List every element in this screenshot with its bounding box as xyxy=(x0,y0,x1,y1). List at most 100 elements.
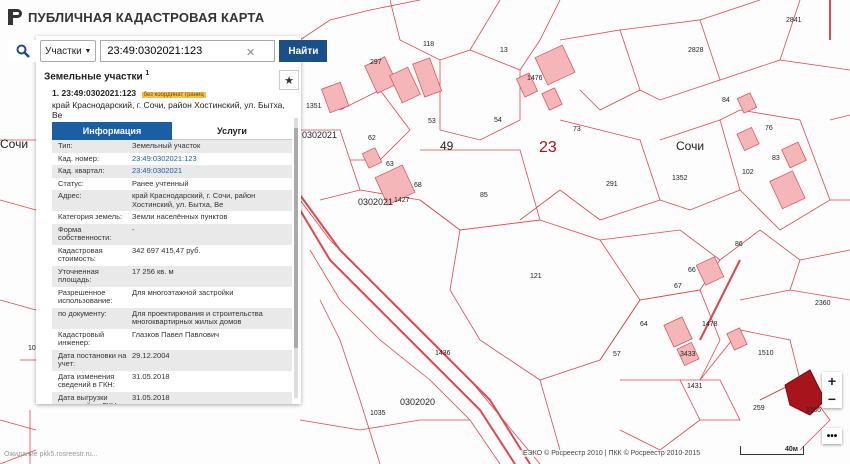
info-key: Кад. номер: xyxy=(58,153,99,163)
map-label-city: Сочи xyxy=(0,137,28,151)
info-value: Для проектирования и строительства много… xyxy=(132,308,263,326)
find-button[interactable]: Найти xyxy=(279,40,328,62)
map-label-block: 0302021 xyxy=(302,130,337,140)
map-label-parcel: 1431 xyxy=(687,383,703,390)
map-label-parcel: 83 xyxy=(772,155,780,162)
info-key: Дата выгрузки сведений из ГКН: xyxy=(58,392,118,404)
panel-heading-count: 1 xyxy=(145,70,150,77)
search-panel: Земельные участки 1 ★ 1. 23:49:0302021:1… xyxy=(36,36,301,404)
panel-scrollbar[interactable] xyxy=(294,118,298,398)
map-label-parcel: 76 xyxy=(765,125,773,132)
info-tabs: Информация Услуги xyxy=(52,122,292,140)
info-value: 342 697 415,47 руб. xyxy=(132,245,201,255)
info-row: по документу: Для проектирования и строит… xyxy=(52,307,292,329)
info-row: Кадастровый инженер: Глазков Павел Павлов… xyxy=(52,329,292,350)
panel-heading: Земельные участки 1 xyxy=(44,70,149,82)
map-label-parcel: 84 xyxy=(722,97,730,104)
map-label-parcel: 291 xyxy=(606,181,618,188)
map-label-parcel: 85 xyxy=(480,192,488,199)
info-key: Разрешенное использование: xyxy=(58,287,113,305)
info-key: Категория земель: xyxy=(58,212,123,221)
map-label-city: Сочи xyxy=(676,139,704,153)
info-value: 17 256 кв. м xyxy=(132,266,174,276)
info-value: 29.12.2004 xyxy=(132,350,170,360)
info-key: Форма собственности: xyxy=(58,224,112,242)
search-bar: Участки ▼ Найти xyxy=(8,40,328,62)
map-label-parcel: 63 xyxy=(386,161,394,168)
more-options-button[interactable]: ••• xyxy=(822,428,842,444)
map-label-parcel: 64 xyxy=(640,321,648,328)
map-label-parcel: 121 xyxy=(530,273,542,280)
info-row: Категория земель: Земли населённых пункто… xyxy=(52,211,292,224)
info-value-link[interactable]: 23:49:0302021:123 xyxy=(132,154,292,164)
info-key: Кадастровый инженер: xyxy=(58,329,105,347)
map-label-parcel: 53 xyxy=(428,118,436,125)
map-label-parcel: 1352 xyxy=(672,175,688,182)
map-label-parcel: 1478 xyxy=(702,321,718,328)
info-row: Тип: Земельный участок xyxy=(52,140,292,153)
map-label-parcel: 297 xyxy=(370,59,382,66)
info-value: край Краснодарский, г. Сочи, район Хости… xyxy=(132,191,256,209)
scrollbar-thumb[interactable] xyxy=(294,128,298,348)
map-label-parcel: 66 xyxy=(688,267,696,274)
info-key: Статус: xyxy=(58,178,84,188)
map-label-parcel: 68 xyxy=(414,182,422,189)
info-key: Адрес: xyxy=(58,191,82,200)
info-row: Форма собственности: - xyxy=(52,223,292,245)
map-label-parcel: 57 xyxy=(613,351,621,358)
status-text: Ожидание pkk5.rosreestr.ru... xyxy=(4,451,98,458)
clear-icon[interactable]: ✕ xyxy=(246,46,255,59)
panel-heading-text: Земельные участки xyxy=(44,71,143,83)
result-cadastral-id[interactable]: 23:49:0302021:123 xyxy=(61,88,136,98)
map-label-parcel: 3433 xyxy=(680,351,696,358)
map-label-district: 49 xyxy=(440,139,454,153)
info-row: Уточненная площадь: 17 256 кв. м xyxy=(52,265,292,287)
info-key: Тип: xyxy=(58,141,73,150)
rosreestr-logo-icon xyxy=(8,9,22,25)
map-label-parcel: 118 xyxy=(423,41,434,48)
map-label-parcel: 1186 xyxy=(806,407,821,414)
zoom-out-button[interactable]: − xyxy=(822,390,842,408)
map-label-parcel: 2841 xyxy=(786,17,802,24)
info-row: Кадастровая стоимость: 342 697 415,47 руб… xyxy=(52,245,292,266)
search-type-label: Участки xyxy=(45,45,82,57)
info-key: Кад. квартал: xyxy=(58,166,105,175)
info-value-link[interactable]: 23:49:0302021 xyxy=(132,166,292,176)
favorite-star-icon[interactable]: ★ xyxy=(279,70,299,90)
map-label-parcel: 2828 xyxy=(688,47,704,54)
map-label-parcel: 54 xyxy=(494,117,502,124)
info-row: Кад. номер: 23:49:0302021:123 xyxy=(52,153,292,166)
map-label-parcel: 73 xyxy=(573,126,581,133)
map-label-parcel: 1035 xyxy=(370,410,386,417)
scale-label: 40м xyxy=(785,446,798,453)
result-badge: без координат границ xyxy=(141,92,206,98)
info-row: Разрешенное использование: Для многоэтажн… xyxy=(52,287,292,308)
info-row: Адрес: край Краснодарский, г. Сочи, район… xyxy=(52,190,292,211)
map-label-district: 23 xyxy=(539,139,557,156)
info-key: Кадастровая стоимость: xyxy=(58,245,103,263)
info-value: Глазков Павел Павлович xyxy=(132,329,220,339)
zoom-control: + − xyxy=(822,372,842,408)
result-number: 1. xyxy=(52,88,60,98)
copyright-text: ЕЭКО © Росреестр 2010 | ПКК © Росреестр … xyxy=(520,450,704,457)
info-value: Для многоэтажной застройки xyxy=(132,287,234,297)
tab-services[interactable]: Услуги xyxy=(172,122,292,140)
result-address: край Краснодарский, г. Сочи, район Хости… xyxy=(52,100,285,120)
tab-information[interactable]: Информация xyxy=(52,122,172,140)
parcel-info-table: Тип: Земельный участок Кад. номер: 23:49:0… xyxy=(52,140,292,404)
search-type-select[interactable]: Участки ▼ xyxy=(40,40,97,62)
search-icon[interactable] xyxy=(8,40,38,62)
info-value: Земельный участок xyxy=(132,141,201,150)
info-row: Дата изменения сведений в ГКН: 31.05.2018 xyxy=(52,371,292,392)
map-label-parcel: 67 xyxy=(674,283,682,290)
zoom-in-button[interactable]: + xyxy=(822,372,842,390)
map-label-parcel: 2360 xyxy=(815,300,831,307)
site-title: ПУБЛИЧНАЯ КАДАСТРОВАЯ КАРТА xyxy=(28,9,265,25)
map-label-parcel: 259 xyxy=(753,405,765,412)
info-key: Дата постановки на учет: xyxy=(58,350,127,368)
info-row: Статус: Ранее учтенный xyxy=(52,178,292,191)
result-item[interactable]: 1. 23:49:0302021:123 без координат грани… xyxy=(52,88,292,120)
site-header: ПУБЛИЧНАЯ КАДАСТРОВАЯ КАРТА xyxy=(8,9,264,25)
info-value: 31.05.2018 xyxy=(132,392,170,402)
map-label-parcel: 1351 xyxy=(306,103,322,110)
